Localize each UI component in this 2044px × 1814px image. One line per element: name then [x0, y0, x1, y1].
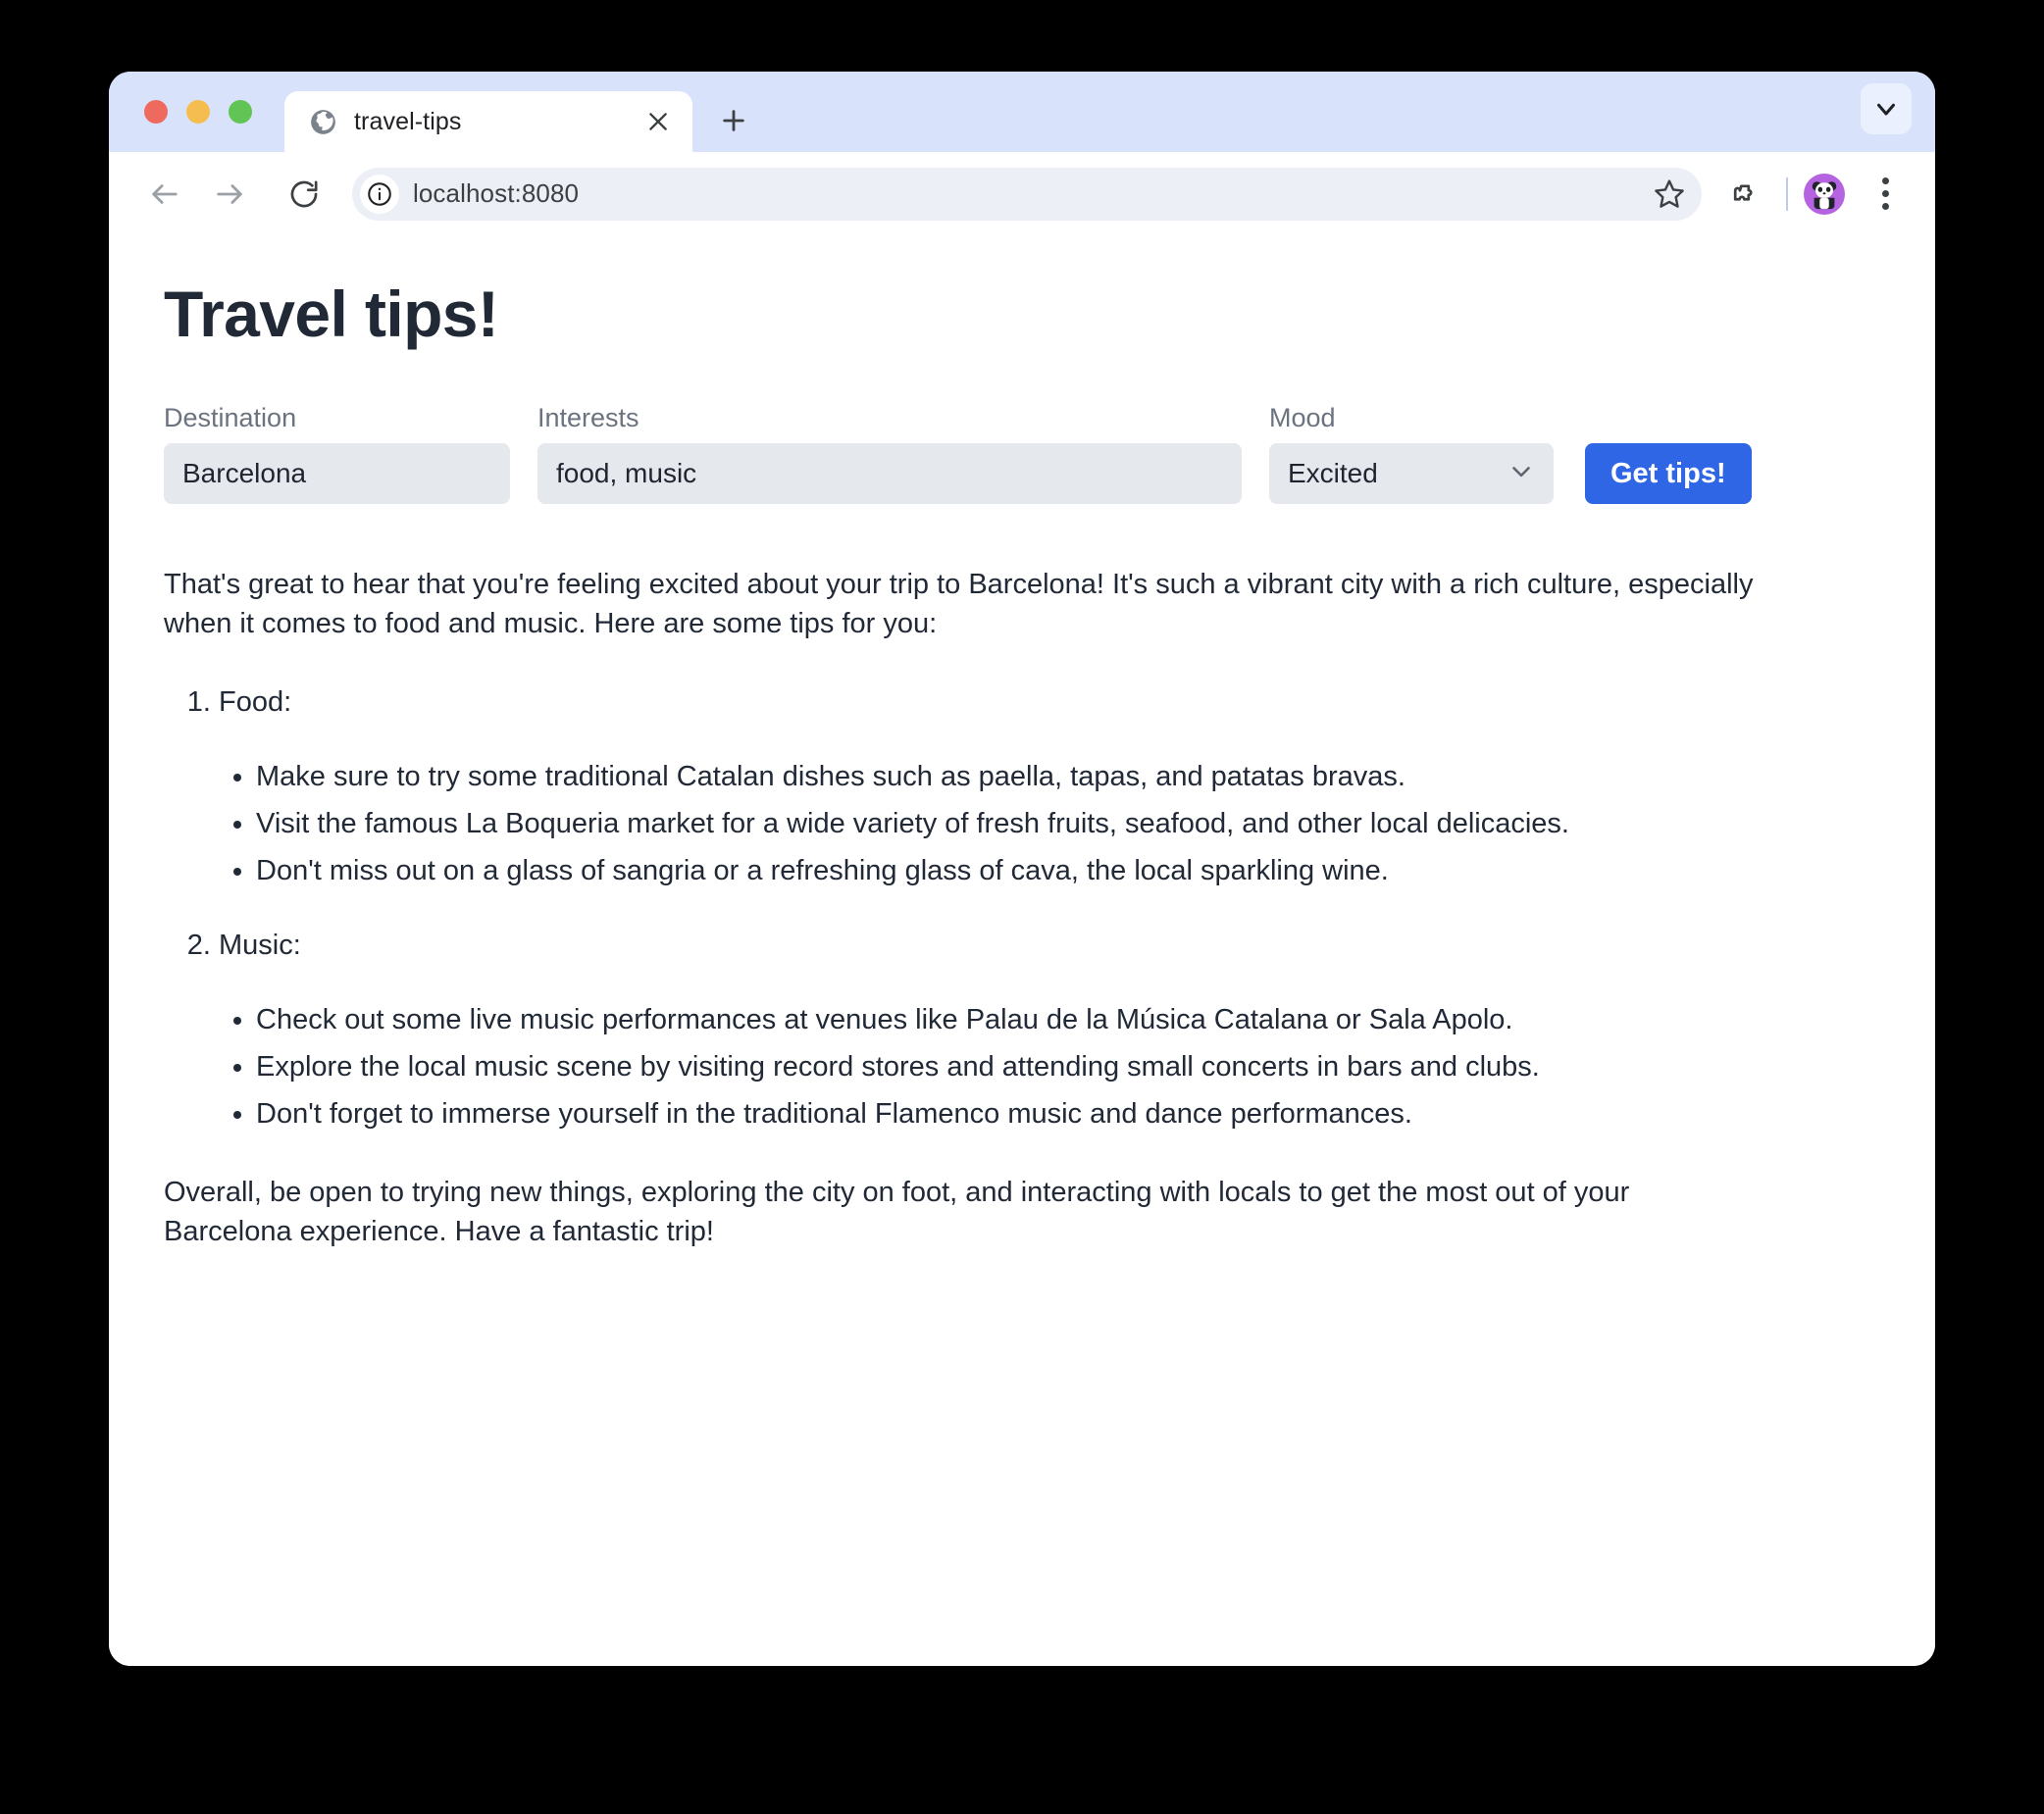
destination-field-group: Destination — [164, 403, 510, 505]
section-heading: Food: — [219, 686, 292, 719]
tips-answer: That's great to hear that you're feeling… — [164, 565, 1763, 1251]
answer-section: Music: Check out some live music perform… — [219, 926, 1763, 1134]
forward-arrow-icon[interactable] — [203, 168, 256, 221]
new-tab-button[interactable] — [716, 103, 751, 138]
mood-select[interactable]: Excited — [1269, 443, 1554, 505]
tab-title: travel-tips — [354, 107, 462, 135]
url-text[interactable]: localhost:8080 — [413, 178, 579, 209]
answer-intro: That's great to hear that you're feeling… — [164, 569, 1754, 640]
list-item: Don't miss out on a glass of sangria or … — [256, 851, 1763, 890]
answer-outro: Overall, be open to trying new things, e… — [164, 1177, 1630, 1248]
destination-label: Destination — [164, 403, 297, 433]
interests-label: Interests — [537, 403, 639, 433]
answer-sections: Food: Make sure to try some traditional … — [164, 682, 1763, 1134]
page-viewport: Travel tips! Destination Interests Mood … — [109, 235, 1935, 1666]
maximize-window-button[interactable] — [229, 100, 252, 124]
list-item: Visit the famous La Boqueria market for … — [256, 804, 1763, 843]
tabstrip-right-controls — [1861, 83, 1912, 134]
mood-selected-value: Excited — [1288, 458, 1378, 489]
section-bullets: Make sure to try some traditional Catala… — [219, 757, 1763, 890]
globe-icon — [311, 109, 335, 134]
minimize-window-button[interactable] — [186, 100, 210, 124]
interests-input[interactable] — [537, 443, 1242, 505]
browser-toolbar: localhost:8080 — [109, 152, 1935, 235]
interests-field-group: Interests — [537, 403, 1242, 505]
section-heading: Music: — [219, 930, 301, 962]
mood-field-group: Mood Excited — [1269, 403, 1554, 505]
three-dots-icon[interactable] — [1861, 168, 1910, 221]
close-window-button[interactable] — [144, 100, 168, 124]
tab-strip: travel-tips — [109, 72, 1935, 152]
browser-window: travel-tips localhost:8080 Travel tips! … — [109, 72, 1935, 1666]
list-item: Explore the local music scene by visitin… — [256, 1047, 1763, 1086]
page-title: Travel tips! — [164, 277, 499, 350]
get-tips-button[interactable]: Get tips! — [1585, 443, 1752, 505]
window-controls — [109, 72, 252, 152]
chevron-down-icon[interactable] — [1861, 83, 1912, 134]
list-item: Don't forget to immerse yourself in the … — [256, 1094, 1763, 1134]
mood-select-wrapper: Excited — [1269, 443, 1554, 505]
tips-form: Destination Interests Mood Excited — [164, 403, 1880, 505]
list-item: Check out some live music performances a… — [256, 1000, 1763, 1039]
mood-label: Mood — [1269, 403, 1336, 433]
answer-section: Food: Make sure to try some traditional … — [219, 682, 1763, 890]
puzzle-piece-icon[interactable] — [1715, 168, 1768, 221]
avatar[interactable] — [1804, 173, 1845, 215]
toolbar-divider — [1786, 176, 1788, 211]
section-bullets: Check out some live music performances a… — [219, 1000, 1763, 1134]
screen: travel-tips localhost:8080 Travel tips! … — [0, 0, 2044, 1814]
address-bar[interactable]: localhost:8080 — [352, 167, 1702, 221]
list-item: Make sure to try some traditional Catala… — [256, 757, 1763, 796]
destination-input[interactable] — [164, 443, 510, 505]
tab-travel-tips[interactable]: travel-tips — [284, 91, 692, 152]
reload-icon[interactable] — [278, 168, 331, 221]
close-tab-icon[interactable] — [643, 107, 673, 136]
info-icon[interactable] — [360, 174, 399, 214]
star-icon[interactable] — [1647, 172, 1692, 217]
back-arrow-icon[interactable] — [138, 168, 191, 221]
